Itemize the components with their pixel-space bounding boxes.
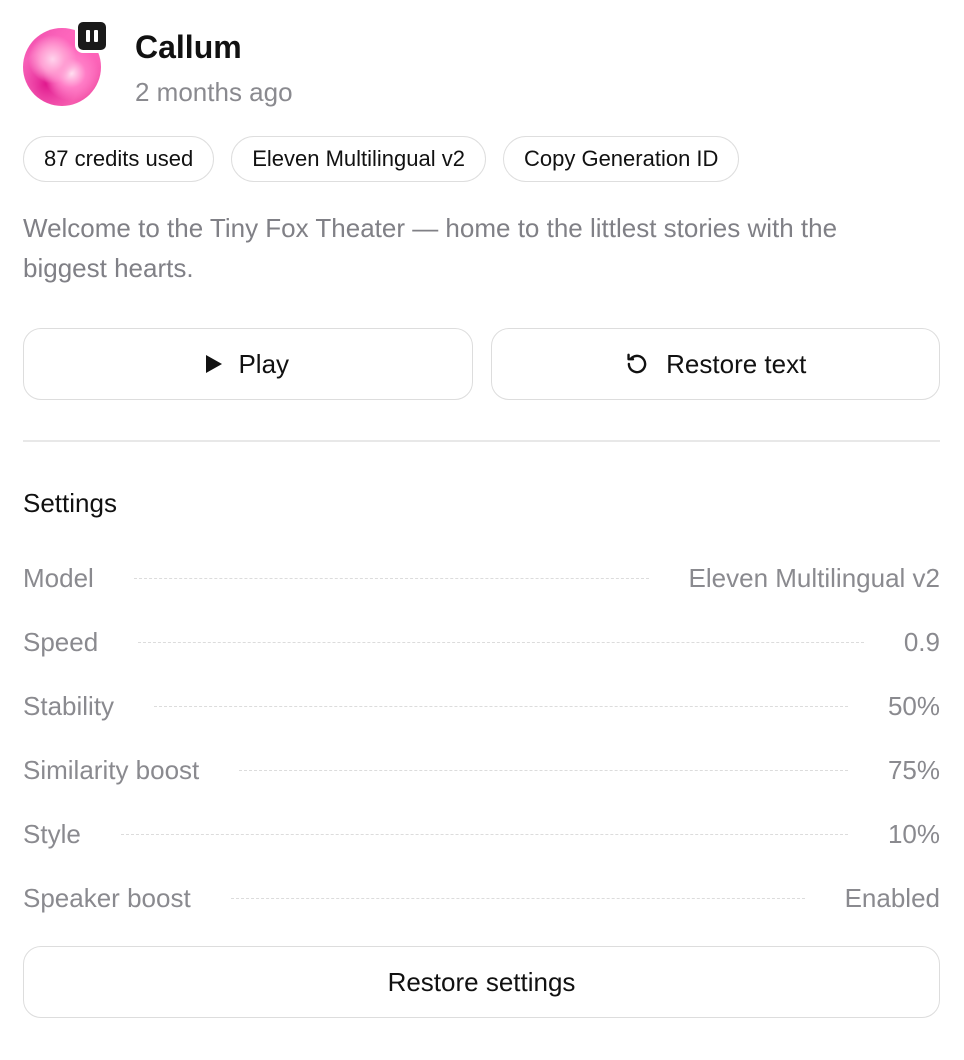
setting-label: Speaker boost <box>23 882 191 913</box>
setting-label: Style <box>23 818 81 849</box>
setting-value: 50% <box>887 690 940 721</box>
leader-line <box>120 833 848 835</box>
setting-value: 10% <box>887 818 940 849</box>
setting-value: Eleven Multilingual v2 <box>688 562 940 593</box>
restore-text-button[interactable]: Restore text <box>490 328 940 400</box>
setting-label: Model <box>23 562 94 593</box>
voice-name: Callum <box>135 29 242 65</box>
leader-line <box>133 577 649 579</box>
setting-row-style: Style 10% <box>23 802 940 866</box>
setting-value: 0.9 <box>903 626 940 657</box>
settings-list: Model Eleven Multilingual v2 Speed 0.9 S… <box>23 546 940 930</box>
setting-row-model: Model Eleven Multilingual v2 <box>23 546 940 610</box>
leader-line <box>230 897 805 899</box>
voice-timestamp: 2 months ago <box>135 77 293 107</box>
action-buttons: Play Restore text <box>23 328 940 400</box>
generation-text: Welcome to the Tiny Fox Theater — home t… <box>23 213 838 283</box>
restore-icon <box>627 353 647 374</box>
voice-header: Callum 2 months ago <box>23 19 940 110</box>
leader-line <box>154 705 848 707</box>
setting-label: Stability <box>23 690 115 721</box>
play-label: Play <box>238 348 290 379</box>
restore-settings-button[interactable]: Restore settings <box>23 946 940 1018</box>
avatar-container[interactable] <box>23 19 109 106</box>
copy-generation-id-button[interactable]: Copy Generation ID <box>502 136 740 182</box>
setting-label: Speed <box>23 626 99 657</box>
setting-value: Enabled <box>844 882 940 913</box>
pause-icon[interactable] <box>75 19 109 53</box>
section-divider <box>23 440 940 442</box>
setting-label: Similarity boost <box>23 754 200 785</box>
setting-value: 75% <box>887 754 940 785</box>
setting-row-stability: Stability 50% <box>23 674 940 738</box>
leader-line <box>239 769 848 771</box>
setting-row-speed: Speed 0.9 <box>23 610 940 674</box>
play-button[interactable]: Play <box>23 328 473 400</box>
leader-line <box>138 641 864 643</box>
setting-row-speaker-boost: Speaker boost Enabled <box>23 866 940 930</box>
settings-heading: Settings <box>23 488 117 518</box>
play-icon <box>206 355 223 373</box>
chip-row: 87 credits used Eleven Multilingual v2 C… <box>23 136 740 184</box>
model-chip[interactable]: Eleven Multilingual v2 <box>231 136 486 182</box>
credits-chip: 87 credits used <box>23 136 215 182</box>
setting-row-similarity-boost: Similarity boost 75% <box>23 738 940 802</box>
restore-text-label: Restore text <box>666 348 807 379</box>
